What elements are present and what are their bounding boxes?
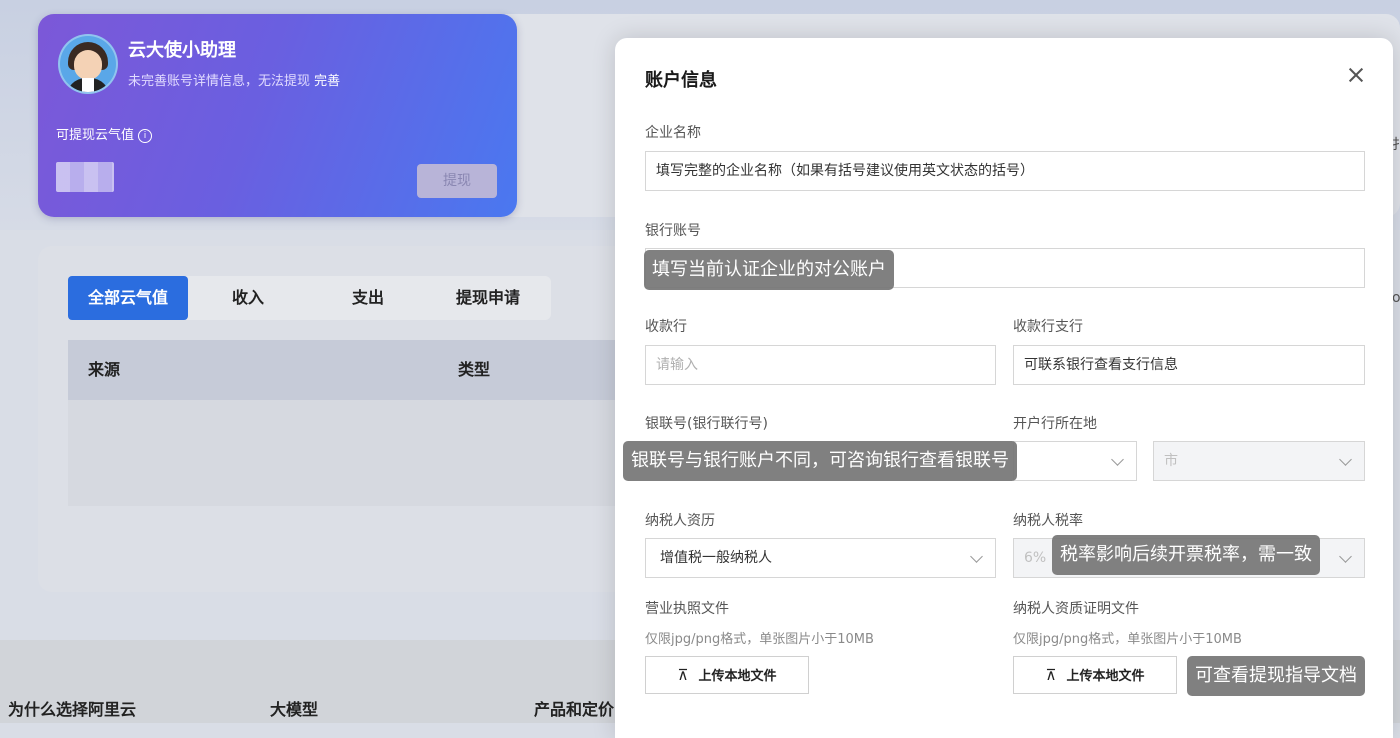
tab-income[interactable]: 收入 bbox=[208, 276, 288, 320]
tax-rate-value: 6% bbox=[1024, 550, 1047, 566]
chevron-down-icon bbox=[1339, 550, 1352, 563]
edge-text-fragment: 扌 bbox=[1392, 137, 1400, 153]
license-upload-label: 上传本地文件 bbox=[698, 669, 777, 684]
footer-link-products-pricing[interactable]: 产品和定价 bbox=[534, 696, 614, 720]
profile-card: 云大使小助理 未完善账号详情信息，无法提现 完善 可提现云气值 i 提现 bbox=[38, 14, 517, 217]
records-panel: 全部云气值 收入 支出 提现申请 来源 类型 bbox=[38, 246, 628, 592]
branch-input[interactable]: 可联系银行查看支行信息 bbox=[1013, 345, 1365, 385]
city-select[interactable]: 市 bbox=[1153, 441, 1365, 481]
chevron-down-icon bbox=[970, 550, 983, 563]
qualification-hint: 仅限jpg/png格式，单张图片小于10MB bbox=[1013, 632, 1242, 647]
tooltip-bank-account: 填写当前认证企业的对公账户 bbox=[644, 250, 894, 290]
license-upload-button[interactable]: ⊼ 上传本地文件 bbox=[645, 656, 809, 694]
edge-text-fragment: o bbox=[1392, 290, 1400, 306]
union-number-label: 银联号(银行联行号) bbox=[645, 416, 768, 432]
taxpayer-type-value: 增值税一般纳税人 bbox=[660, 550, 772, 566]
footer-link-llm[interactable]: 大模型 bbox=[270, 696, 318, 720]
qualification-label: 纳税人资质证明文件 bbox=[1013, 601, 1139, 617]
license-label: 营业执照文件 bbox=[645, 601, 729, 617]
bank-label: 收款行 bbox=[645, 319, 687, 335]
avatar bbox=[58, 34, 118, 94]
column-type: 类型 bbox=[458, 360, 491, 379]
tooltip-union-number: 银联号与银行账户不同，可咨询银行查看银联号 bbox=[623, 441, 1017, 481]
taxpayer-type-select[interactable]: 增值税一般纳税人 bbox=[645, 538, 996, 578]
tab-withdraw-requests[interactable]: 提现申请 bbox=[438, 276, 538, 320]
balance-label-text: 可提现云气值 bbox=[56, 128, 135, 143]
table-header: 来源 类型 bbox=[68, 340, 628, 400]
company-name-input[interactable]: 填写完整的企业名称（如果有括号建议使用英文状态的括号） bbox=[645, 151, 1365, 191]
tooltip-guide: 可查看提现指导文档 bbox=[1187, 656, 1365, 696]
column-source: 来源 bbox=[88, 360, 121, 379]
chevron-down-icon bbox=[1339, 453, 1352, 466]
balance-value-blurred bbox=[56, 162, 114, 192]
complete-profile-link[interactable]: 完善 bbox=[314, 74, 340, 89]
province-select[interactable] bbox=[1013, 441, 1137, 481]
tax-rate-label: 纳税人税率 bbox=[1013, 513, 1083, 529]
qualification-upload-label: 上传本地文件 bbox=[1066, 669, 1145, 684]
profile-notice-text: 未完善账号详情信息，无法提现 bbox=[128, 74, 311, 89]
info-icon[interactable]: i bbox=[138, 129, 153, 143]
upload-icon: ⊼ bbox=[677, 666, 689, 684]
withdraw-button[interactable]: 提现 bbox=[417, 164, 497, 198]
tab-bar: 全部云气值 收入 支出 提现申请 bbox=[68, 276, 551, 320]
bank-input[interactable]: 请输入 bbox=[645, 345, 996, 385]
tab-all-points[interactable]: 全部云气值 bbox=[68, 276, 188, 320]
balance-label: 可提现云气值 i bbox=[56, 124, 153, 143]
branch-label: 收款行支行 bbox=[1013, 319, 1083, 335]
chevron-down-icon bbox=[1111, 453, 1124, 466]
qualification-upload-button[interactable]: ⊼ 上传本地文件 bbox=[1013, 656, 1177, 694]
tab-expense[interactable]: 支出 bbox=[328, 276, 408, 320]
tooltip-tax-rate: 税率影响后续开票税率，需一致 bbox=[1052, 535, 1320, 575]
close-icon[interactable] bbox=[1347, 66, 1365, 84]
profile-notice: 未完善账号详情信息，无法提现 完善 bbox=[128, 70, 340, 89]
profile-name: 云大使小助理 bbox=[128, 40, 236, 61]
account-info-drawer: 账户信息 企业名称 填写完整的企业名称（如果有括号建议使用英文状态的括号） 银行… bbox=[615, 38, 1393, 738]
company-name-label: 企业名称 bbox=[645, 125, 701, 141]
table-body bbox=[68, 400, 628, 506]
license-hint: 仅限jpg/png格式，单张图片小于10MB bbox=[645, 632, 874, 647]
taxpayer-type-label: 纳税人资历 bbox=[645, 513, 715, 529]
footer-link-why-aliyun[interactable]: 为什么选择阿里云 bbox=[8, 696, 136, 720]
bank-location-label: 开户行所在地 bbox=[1013, 416, 1097, 432]
drawer-title: 账户信息 bbox=[645, 70, 717, 91]
upload-icon: ⊼ bbox=[1045, 666, 1057, 684]
bank-account-label: 银行账号 bbox=[645, 223, 701, 239]
city-select-placeholder: 市 bbox=[1164, 453, 1178, 469]
